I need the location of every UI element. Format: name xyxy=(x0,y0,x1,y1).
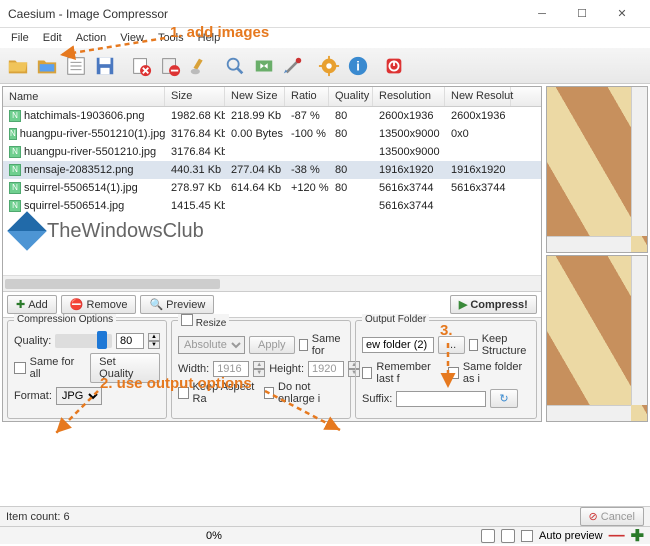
col-resolution[interactable]: Resolution xyxy=(373,87,445,106)
col-size[interactable]: Size xyxy=(165,87,225,106)
minus-icon[interactable]: — xyxy=(609,527,625,545)
preview-hscroll[interactable] xyxy=(547,405,631,421)
quality-label: Quality: xyxy=(14,335,51,347)
file-list-panel: Name Size New Size Ratio Quality Resolut… xyxy=(2,86,542,422)
item-count: Item count: 6 xyxy=(6,511,70,523)
menu-file[interactable]: File xyxy=(4,30,36,46)
same-for-checkbox xyxy=(299,339,308,351)
quality-input[interactable] xyxy=(116,333,144,349)
col-quality[interactable]: Quality xyxy=(329,87,373,106)
exit-icon[interactable] xyxy=(380,52,408,80)
keep-aspect-checkbox xyxy=(178,387,189,399)
col-newres[interactable]: New Resolut xyxy=(445,87,511,106)
quality-slider[interactable] xyxy=(55,334,112,348)
apply-button: Apply xyxy=(249,336,295,354)
settings-icon[interactable] xyxy=(279,52,307,80)
gear-icon[interactable] xyxy=(315,52,343,80)
table-row[interactable]: Nhuangpu-river-5501210.jpg3176.84 Kb1350… xyxy=(3,143,541,161)
auto-preview-checkbox[interactable] xyxy=(521,530,533,542)
preview-vscroll[interactable] xyxy=(631,87,647,236)
close-button[interactable]: ✕ xyxy=(602,0,642,28)
fit-icon[interactable] xyxy=(481,529,495,543)
svg-text:i: i xyxy=(356,58,360,73)
remove-button[interactable]: ⛔Remove xyxy=(61,295,137,314)
col-ratio[interactable]: Ratio xyxy=(285,87,329,106)
preview-button[interactable]: 🔍Preview xyxy=(140,295,214,314)
table-row[interactable]: Nsquirrel-5506514(1).jpg278.97 Kb614.64 … xyxy=(3,179,541,197)
reset-suffix-button[interactable]: ↻ xyxy=(490,389,517,408)
horizontal-scrollbar[interactable] xyxy=(3,275,541,291)
same-for-all-checkbox[interactable] xyxy=(14,362,26,374)
compressed-preview[interactable] xyxy=(546,255,648,422)
table-row[interactable]: Nsquirrel-5506514.jpg1415.45 Kb5616x3744 xyxy=(3,197,541,215)
minimize-button[interactable]: ─ xyxy=(522,0,562,28)
zoom-label: 0% xyxy=(206,530,222,542)
info-icon[interactable]: i xyxy=(344,52,372,80)
watermark-logo xyxy=(7,211,47,251)
preview-vscroll[interactable] xyxy=(631,256,647,405)
output-path-input[interactable] xyxy=(362,337,434,353)
format-label: Format: xyxy=(14,390,52,402)
open-file-icon[interactable] xyxy=(4,52,32,80)
col-name[interactable]: Name xyxy=(3,87,165,106)
watermark-text: TheWindowsClub xyxy=(47,220,204,243)
quality-stepper[interactable]: ▲▼ xyxy=(148,333,160,349)
cancel-button: ⊘Cancel xyxy=(580,507,644,526)
table-row[interactable]: Nhatchimals-1903606.png1982.68 Kb218.99 … xyxy=(3,107,541,125)
actual-size-icon[interactable] xyxy=(501,529,515,543)
window-title: Caesium - Image Compressor xyxy=(8,7,522,21)
compress-icon[interactable] xyxy=(250,52,278,80)
height-input xyxy=(308,361,344,377)
plus-icon[interactable]: ✚ xyxy=(631,526,644,546)
resize-checkbox[interactable] xyxy=(181,314,193,326)
col-newsize[interactable]: New Size xyxy=(225,87,285,106)
preview-panel xyxy=(544,84,650,424)
preview-hscroll[interactable] xyxy=(547,236,631,252)
remember-checkbox[interactable] xyxy=(362,367,372,379)
clear-list-icon[interactable] xyxy=(185,52,213,80)
table-row[interactable]: Nmensaje-2083512.png440.31 Kb277.04 Kb-3… xyxy=(3,161,541,179)
suffix-label: Suffix: xyxy=(362,393,392,405)
table-row[interactable]: Nhuangpu-river-5501210(1).jpg3176.84 Kb0… xyxy=(3,125,541,143)
preview-icon[interactable] xyxy=(221,52,249,80)
resize-mode-select: Absolute xyxy=(178,336,245,354)
width-input xyxy=(213,361,249,377)
same-for-all-label: Same for all xyxy=(30,356,87,380)
original-preview[interactable] xyxy=(546,86,648,253)
add-button[interactable]: ✚Add xyxy=(7,295,57,314)
bottom-bar: 0% Auto preview — ✚ xyxy=(0,526,650,544)
status-bar: Item count: 6 ⊘Cancel xyxy=(0,506,650,526)
keep-structure-checkbox[interactable] xyxy=(469,339,478,351)
watermark: TheWindowsClub xyxy=(13,217,204,245)
title-bar: Caesium - Image Compressor ─ ☐ ✕ xyxy=(0,0,650,28)
table-header: Name Size New Size Ratio Quality Resolut… xyxy=(3,87,541,107)
menu-help[interactable]: Help xyxy=(191,30,228,46)
auto-preview-label: Auto preview xyxy=(539,530,603,542)
table-body[interactable]: Nhatchimals-1903606.png1982.68 Kb218.99 … xyxy=(3,107,541,275)
set-quality-button[interactable]: Set Quality xyxy=(90,353,160,383)
compress-button[interactable]: ▶Compress! xyxy=(450,295,537,314)
maximize-button[interactable]: ☐ xyxy=(562,0,602,28)
